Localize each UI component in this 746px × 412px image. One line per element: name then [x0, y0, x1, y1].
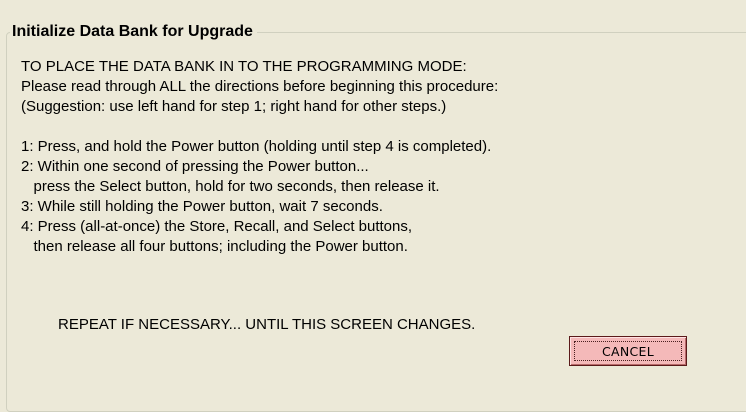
instructions-panel: TO PLACE THE DATA BANK IN TO THE PROGRAM…	[21, 57, 498, 257]
step-4: 4: Press (all-at-once) the Store, Recall…	[21, 218, 413, 235]
intro-line-3: (Suggestion: use left hand for step 1; r…	[21, 98, 447, 115]
group-box-title: Initialize Data Bank for Upgrade	[10, 21, 257, 43]
step-2: 2: Within one second of pressing the Pow…	[21, 158, 369, 175]
step-1: 1: Press, and hold the Power button (hol…	[21, 138, 492, 155]
step-2-continued: press the Select button, hold for two se…	[21, 178, 440, 195]
intro-line-2: Please read through ALL the directions b…	[21, 78, 499, 95]
cancel-button[interactable]: CANCEL	[569, 336, 687, 366]
step-3: 3: While still holding the Power button,…	[21, 198, 383, 215]
cancel-button-label: CANCEL	[574, 341, 682, 361]
intro-line-1: TO PLACE THE DATA BANK IN TO THE PROGRAM…	[21, 58, 467, 75]
step-4-continued: then release all four buttons; including…	[21, 238, 408, 255]
repeat-notice: REPEAT IF NECESSARY... UNTIL THIS SCREEN…	[58, 316, 476, 333]
